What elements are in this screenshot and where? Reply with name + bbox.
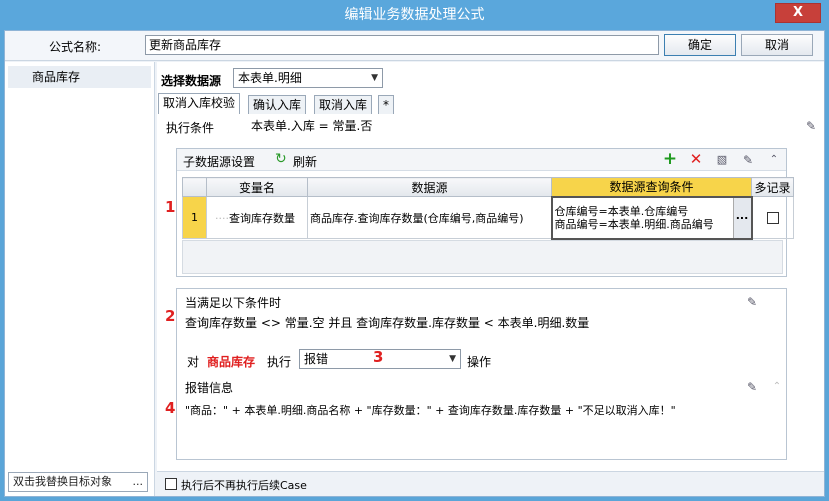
multi-checkbox[interactable] — [766, 212, 779, 224]
delete-icon[interactable]: ✕ — [688, 151, 704, 167]
col-var-name[interactable]: 变量名 — [206, 177, 308, 197]
condition-input[interactable]: 本表单.入库 = 常量.否 — [247, 116, 796, 136]
rule-expression[interactable]: 查询库存数量 <> 常量.空 并且 查询库存数量.库存数量 < 本表单.明细.数… — [185, 314, 740, 331]
window-titlebar: 编辑业务数据处理公式 X — [0, 0, 829, 30]
cancel-button[interactable]: 取消 — [741, 34, 813, 56]
table-empty-area — [182, 240, 783, 274]
edit-icon[interactable]: ✎ — [740, 152, 756, 168]
col-multi[interactable]: 多记录 — [751, 177, 794, 197]
edit-condition-icon[interactable]: ✎ — [803, 118, 819, 134]
row-multi[interactable] — [751, 196, 794, 239]
window-title: 编辑业务数据处理公式 — [344, 7, 485, 23]
close-button[interactable]: X — [775, 3, 821, 23]
datasource-select[interactable]: 本表单.明细 ▼ — [233, 68, 383, 88]
for-label: 对 — [187, 355, 200, 369]
row-query[interactable]: 仓库编号=本表单.仓库编号 商品编号=本表单.明细.商品编号 ... — [550, 195, 753, 240]
chevron-down-icon: ▼ — [449, 354, 456, 364]
op-label: 操作 — [467, 355, 492, 369]
add-icon[interactable]: + — [662, 151, 678, 168]
formula-name-input[interactable]: 更新商品库存 — [145, 35, 659, 55]
error-message[interactable]: "商品：" + 本表单.明细.商品名称 + "库存数量：" + 查询库存数量.库… — [185, 402, 780, 418]
tab-cancel-check[interactable]: 取消入库校验 — [158, 93, 241, 114]
col-source[interactable]: 数据源 — [307, 177, 552, 197]
datasource-value: 本表单.明细 — [238, 71, 302, 85]
replace-target-more-button[interactable]: ... — [133, 473, 144, 491]
row-var-name[interactable]: ····查询库存数量 — [206, 196, 308, 239]
marker-4: 4 — [165, 399, 176, 417]
subsource-title: 子数据源设置 — [183, 155, 256, 169]
replace-target-field[interactable]: 双击我替换目标对象 ... — [8, 472, 148, 492]
col-query[interactable]: 数据源查询条件 — [551, 177, 752, 197]
table-row[interactable]: 1 ····查询库存数量 商品库存.查询库存数量(仓库编号,商品编号) 仓库编号… — [182, 195, 794, 240]
query-line-1: 仓库编号=本表单.仓库编号 — [554, 204, 689, 218]
replace-target-text: 双击我替换目标对象 — [13, 475, 112, 488]
table-header-row: 变量名 数据源 数据源查询条件 多记录 — [182, 177, 794, 197]
query-more-button[interactable]: ... — [732, 197, 751, 238]
edit-error-icon[interactable]: ✎ — [744, 379, 760, 395]
refresh-icon[interactable]: ↻ — [275, 151, 287, 167]
footer-bar: 执行后不再执行后续Case — [157, 471, 824, 496]
no-more-label: 执行后不再执行后续Case — [181, 479, 307, 492]
col-blank — [182, 177, 207, 197]
refresh-button[interactable]: 刷新 — [293, 153, 317, 170]
row-source[interactable]: 商品库存.查询库存数量(仓库编号,商品编号) — [307, 196, 552, 239]
tab-add[interactable]: * — [378, 95, 394, 114]
no-more-checkbox[interactable] — [165, 478, 177, 490]
subsource-table: 变量名 数据源 数据源查询条件 多记录 1 ····查询库存数量 商品库存.查询… — [182, 177, 794, 240]
error-label: 报错信息 — [185, 381, 234, 395]
target-object: 商品库存 — [207, 355, 256, 369]
marker-3: 3 — [373, 348, 384, 366]
chevron-down-icon: ▼ — [371, 73, 378, 83]
query-line-2: 商品编号=本表单.明细.商品编号 — [554, 217, 714, 231]
action-value: 报错 — [304, 352, 329, 366]
row-var-name-text: 查询库存数量 — [229, 211, 295, 225]
tab-confirm-stock-in[interactable]: 确认入库 — [248, 95, 307, 114]
exec-label: 执行 — [267, 355, 292, 369]
subsource-panel: 子数据源设置 ↻ 刷新 + ✕ ▧ ✎ ⌃ 变量名 数据源 数据源查询条件 多记… — [176, 148, 794, 277]
subsource-header: 子数据源设置 ↻ 刷新 + ✕ ▧ ✎ ⌃ — [177, 149, 786, 171]
datasource-label: 选择数据源 — [161, 74, 222, 88]
dialog-window: 公式名称: 更新商品库存 确定 取消 商品库存 双击我替换目标对象 ... 选择… — [4, 30, 825, 497]
marker-2: 2 — [165, 307, 176, 325]
row-index: 1 — [182, 196, 207, 239]
formula-name-label: 公式名称: — [49, 40, 102, 54]
collapse-icon[interactable]: ⌃ — [766, 152, 782, 168]
condition-label: 执行条件 — [166, 121, 215, 135]
marker-1: 1 — [165, 198, 176, 216]
sidebar-item-product-stock[interactable]: 商品库存 — [8, 66, 151, 88]
ok-button[interactable]: 确定 — [664, 34, 736, 56]
when-label: 当满足以下条件时 — [185, 296, 282, 310]
tree-icon[interactable]: ▧ — [714, 152, 730, 168]
rule-panel: 当满足以下条件时 ✎ 查询库存数量 <> 常量.空 并且 查询库存数量.库存数量… — [176, 288, 787, 460]
edit-expression-icon[interactable]: ✎ — [744, 294, 760, 310]
collapse-icon[interactable]: ⌃ — [769, 379, 785, 395]
tab-cancel-stock-in[interactable]: 取消入库 — [314, 95, 373, 114]
target-sidebar: 商品库存 双击我替换目标对象 ... — [5, 62, 155, 496]
formula-name-bar: 公式名称: 更新商品库存 确定 取消 — [5, 31, 824, 61]
